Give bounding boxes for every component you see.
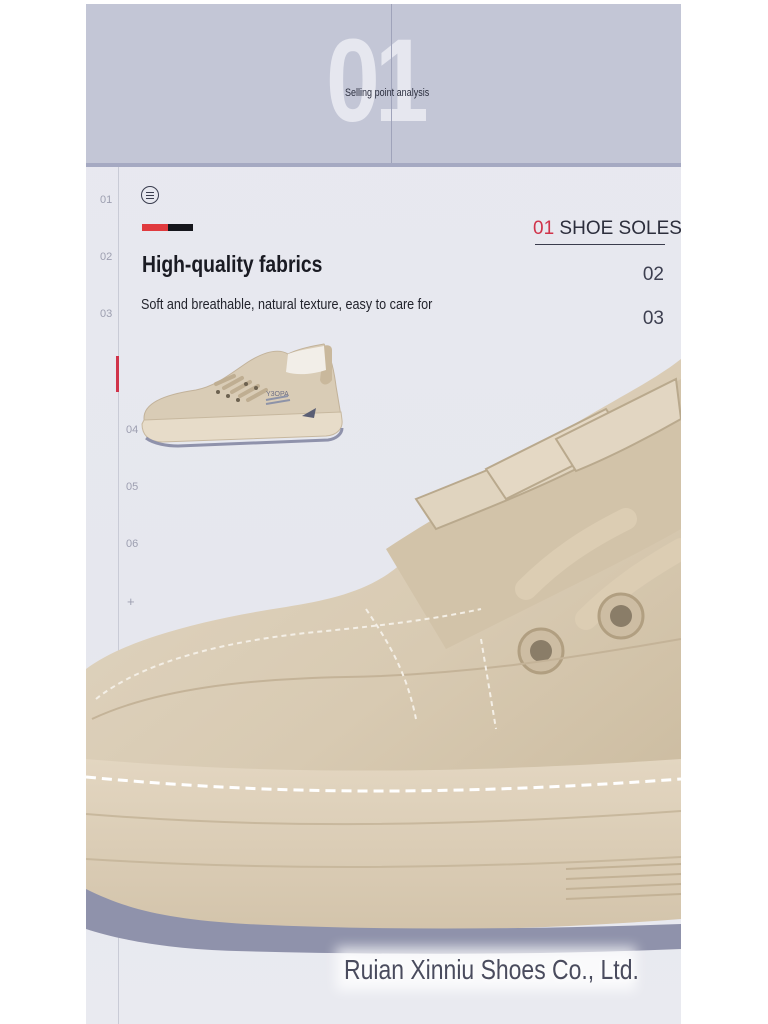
header-divider xyxy=(391,4,392,164)
accent-bar-red xyxy=(142,224,168,231)
rail-item-02: 02 xyxy=(100,251,113,263)
tab-shoe-soles[interactable]: 01 SHOE SOLES xyxy=(533,218,681,240)
tab-active-number: 01 xyxy=(533,218,555,239)
header-band: 01 Selling point analysis xyxy=(86,4,681,164)
tab-active-label: SHOE SOLES xyxy=(559,218,681,239)
feature-description: Soft and breathable, natural texture, ea… xyxy=(141,296,433,313)
section-number: 01 xyxy=(326,15,429,147)
rail-item-03: 03 xyxy=(100,308,113,320)
feature-title: High-quality fabrics xyxy=(142,251,323,277)
company-name: Ruian Xinniu Shoes Co., Ltd. xyxy=(344,954,639,985)
header-rule xyxy=(86,163,681,167)
tab-active-underline xyxy=(535,244,665,245)
menu-icon[interactable] xyxy=(141,186,159,204)
poster-canvas: 01 Selling point analysis 01 02 03 04 05… xyxy=(86,4,681,1024)
tab-03[interactable]: 03 xyxy=(643,308,664,330)
section-subtitle: Selling point analysis xyxy=(345,87,430,99)
shoe-closeup-image xyxy=(86,359,681,954)
tab-02[interactable]: 02 xyxy=(643,264,664,286)
accent-bar-black xyxy=(168,224,193,231)
rail-item-01: 01 xyxy=(100,194,113,206)
